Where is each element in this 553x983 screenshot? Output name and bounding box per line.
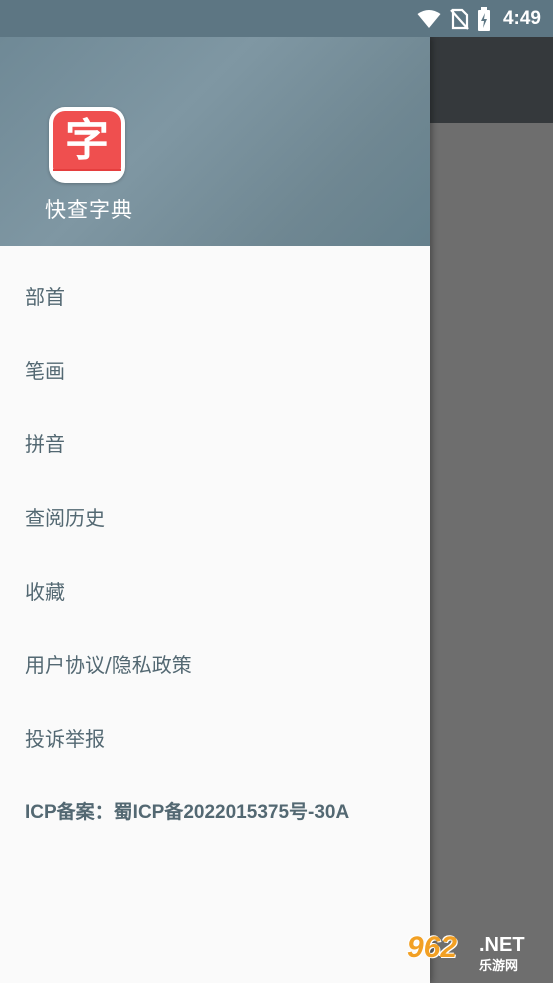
logo-book-page (53, 169, 121, 179)
menu-item-label: 笔画 (25, 358, 65, 383)
menu-item-stroke[interactable]: 笔画 (0, 333, 430, 407)
menu-item-favorites[interactable]: 收藏 (0, 553, 430, 627)
watermark-number: 962 (407, 931, 458, 964)
menu-item-pinyin[interactable]: 拼音 (0, 406, 430, 480)
app-name: 快查字典 (45, 198, 133, 222)
menu-item-label: 查阅历史 (25, 506, 105, 531)
status-icons: 4:49 (417, 0, 541, 37)
menu-item-label: 拼音 (25, 432, 65, 457)
menu-item-label: ICP备案：蜀ICP备2022015375号-30A (25, 802, 350, 824)
wifi-icon (417, 9, 441, 29)
menu-item-label: 部首 (25, 285, 65, 310)
navigation-drawer: 字 快查字典 部首 笔画 拼音 查阅历史 收藏 用户协议/隐私政策 投诉举报 I… (0, 37, 430, 983)
menu-item-label: 收藏 (25, 579, 65, 604)
status-bar: 4:49 (0, 0, 553, 37)
drawer-menu: 部首 笔画 拼音 查阅历史 收藏 用户协议/隐私政策 投诉举报 ICP备案：蜀I… (0, 259, 430, 848)
watermark-domain: .NET (479, 934, 525, 956)
menu-item-icp-record[interactable]: ICP备案：蜀ICP备2022015375号-30A (0, 774, 430, 848)
menu-item-history[interactable]: 查阅历史 (0, 480, 430, 554)
menu-item-label: 用户协议/隐私政策 (25, 653, 192, 678)
status-time: 4:49 (502, 7, 541, 29)
battery-charging-icon (477, 6, 491, 31)
no-sim-icon (449, 8, 469, 30)
menu-item-agreement-privacy[interactable]: 用户协议/隐私政策 (0, 627, 430, 701)
menu-item-label: 投诉举报 (25, 726, 105, 751)
menu-item-complaint[interactable]: 投诉举报 (0, 701, 430, 775)
watermark-subtitle: 乐游网 (479, 959, 519, 974)
app-logo-icon: 字 (49, 107, 125, 183)
drawer-header: 字 快查字典 (0, 37, 430, 246)
site-watermark-logo: 962 .NET 乐游网 (407, 931, 545, 975)
menu-item-radical[interactable]: 部首 (0, 259, 430, 333)
logo-character: 字 (65, 115, 109, 166)
